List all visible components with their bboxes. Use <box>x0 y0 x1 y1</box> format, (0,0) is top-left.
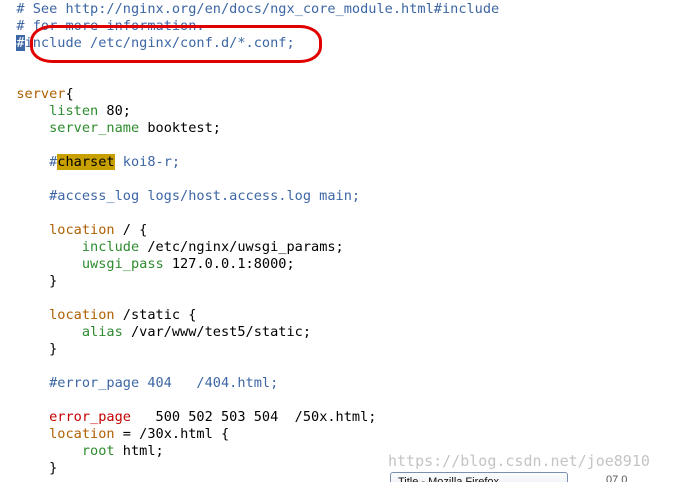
code-line: server_name booktest; <box>0 120 221 137</box>
code-line: #include /etc/nginx/conf.d/*.conf; <box>0 35 295 52</box>
code-token: root <box>81 443 115 459</box>
code-token: } <box>0 341 58 357</box>
code-token: server <box>16 86 66 102</box>
code-line: listen 80; <box>0 103 131 120</box>
taskbar-tooltip-extra: 07 0 <box>606 474 628 482</box>
code-line: } <box>0 460 57 477</box>
code-line: include /etc/nginx/uwsgi_params; <box>0 239 344 256</box>
code-line: location /static { <box>0 307 196 324</box>
code-line: } <box>0 341 57 358</box>
code-token: server_name <box>49 120 140 136</box>
code-token: /static { <box>114 307 197 323</box>
code-token: booktest; <box>139 120 221 136</box>
code-token: } <box>0 460 58 476</box>
code-line: uwsgi_pass 127.0.0.1:8000; <box>0 256 295 273</box>
code-token: location <box>49 307 115 323</box>
code-token: { <box>65 86 74 102</box>
code-token: error_page <box>49 409 131 425</box>
code-token: #error_page 404 /404.html; <box>49 375 279 391</box>
code-token: include <box>81 239 140 255</box>
code-line: location = /30x.html { <box>0 426 229 443</box>
code-token: uwsgi_pass <box>81 256 164 272</box>
search-highlight: charset <box>57 154 115 170</box>
code-token: listen <box>49 103 99 119</box>
code-line: # See http://nginx.org/en/docs/ngx_core_… <box>0 1 499 18</box>
code-line: server{ <box>0 86 74 103</box>
code-token: /etc/nginx/uwsgi_params; <box>139 239 344 255</box>
code-line: root html; <box>0 443 164 460</box>
code-line: #error_page 404 /404.html; <box>0 375 278 392</box>
code-line: alias /var/www/test5/static; <box>0 324 311 341</box>
code-token: 500 502 503 504 /50x.html; <box>130 409 377 425</box>
code-token: # for more information. <box>16 18 205 34</box>
code-token: 127.0.0.1:8000; <box>163 256 295 272</box>
code-token: include /etc/nginx/conf.d/*.conf; <box>24 35 295 51</box>
code-token: html; <box>114 443 164 459</box>
code-token: #access_log logs/host.access.log main; <box>49 188 361 204</box>
code-line: # for more information. <box>0 18 205 35</box>
code-token: alias <box>81 324 123 340</box>
code-token: # See http://nginx.org/en/docs/ngx_core_… <box>16 1 500 17</box>
code-token: = /30x.html { <box>114 426 230 442</box>
blog-watermark: https://blog.csdn.net/joe8910 <box>388 452 650 470</box>
code-token: location <box>49 426 115 442</box>
code-token: koi8-r; <box>114 154 181 170</box>
code-token: /var/www/test5/static; <box>122 324 312 340</box>
code-line: } <box>0 273 57 290</box>
code-token: } <box>0 273 58 289</box>
code-line: #charset koi8-r; <box>0 154 180 171</box>
code-token: location <box>49 222 115 238</box>
code-line: location / { <box>0 222 147 239</box>
taskbar-tooltip[interactable]: Title - Mozilla Firefox <box>390 472 568 482</box>
code-line: error_page 500 502 503 504 /50x.html; <box>0 409 376 426</box>
text-cursor: # <box>16 35 25 51</box>
code-line: #access_log logs/host.access.log main; <box>0 188 360 205</box>
code-token: 80; <box>98 103 131 119</box>
code-editor[interactable]: # See http://nginx.org/en/docs/ngx_core_… <box>0 0 690 482</box>
code-token: / { <box>114 222 148 238</box>
